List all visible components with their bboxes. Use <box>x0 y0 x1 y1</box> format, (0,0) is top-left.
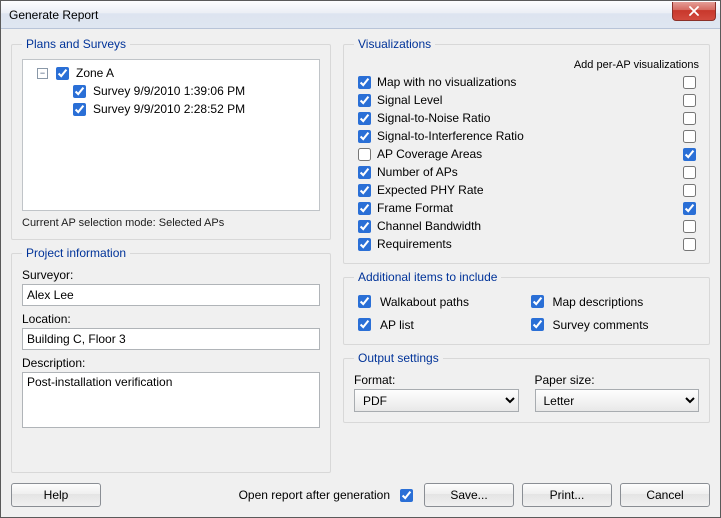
per-ap-checkbox[interactable] <box>683 166 696 179</box>
visualization-label: Map with no visualizations <box>377 75 677 89</box>
tree-child-label: Survey 9/9/2010 2:28:52 PM <box>93 102 245 116</box>
tree-child-row[interactable]: Survey 9/9/2010 1:39:06 PM <box>29 82 313 100</box>
per-ap-checkbox[interactable] <box>683 220 696 233</box>
additional-item: Walkabout paths <box>354 292 527 311</box>
tree-root-checkbox[interactable] <box>56 67 69 80</box>
tree-collapse-icon[interactable]: − <box>37 68 48 79</box>
visualization-checkbox[interactable] <box>358 130 371 143</box>
visualization-row: Number of APs <box>354 163 699 181</box>
visualization-checkbox[interactable] <box>358 220 371 233</box>
visualization-checkbox[interactable] <box>358 166 371 179</box>
visualization-label: Number of APs <box>377 165 677 179</box>
visualization-row: Map with no visualizations <box>354 73 699 91</box>
visualization-label: Signal-to-Noise Ratio <box>377 111 677 125</box>
visualization-label: Requirements <box>377 237 677 251</box>
close-icon <box>688 6 700 16</box>
description-input[interactable] <box>22 372 320 428</box>
visualization-checkbox[interactable] <box>358 202 371 215</box>
client-area: Plans and Surveys − Zone A Survey 9/9/20… <box>1 29 720 517</box>
project-legend: Project information <box>22 246 130 260</box>
visualization-row: Frame Format <box>354 199 699 217</box>
project-information-group: Project information Surveyor: Location: … <box>11 246 331 473</box>
additional-item: AP list <box>354 315 527 334</box>
surveyor-label: Surveyor: <box>22 268 320 282</box>
help-button[interactable]: Help <box>11 483 101 507</box>
additional-items-group: Additional items to include Walkabout pa… <box>343 270 710 345</box>
location-input[interactable] <box>22 328 320 350</box>
generate-report-dialog: Generate Report Plans and Surveys − Zone… <box>0 0 721 518</box>
visualization-row: AP Coverage Areas <box>354 145 699 163</box>
additional-item-checkbox[interactable] <box>358 318 371 331</box>
paper-size-select[interactable]: Letter <box>535 389 700 412</box>
additional-item-label: Map descriptions <box>553 295 644 309</box>
visualization-row: Signal-to-Interference Ratio <box>354 127 699 145</box>
plans-legend: Plans and Surveys <box>22 37 130 51</box>
open-after-label: Open report after generation <box>239 488 390 502</box>
visualization-checkbox[interactable] <box>358 76 371 89</box>
save-button[interactable]: Save... <box>424 483 514 507</box>
output-legend: Output settings <box>354 351 443 365</box>
per-ap-checkbox[interactable] <box>683 76 696 89</box>
titlebar: Generate Report <box>1 1 720 29</box>
additional-legend: Additional items to include <box>354 270 501 284</box>
visualization-label: Channel Bandwidth <box>377 219 677 233</box>
additional-item: Survey comments <box>527 315 700 334</box>
visualization-row: Signal-to-Noise Ratio <box>354 109 699 127</box>
format-label: Format: <box>354 373 519 387</box>
per-ap-checkbox[interactable] <box>683 130 696 143</box>
visualization-row: Expected PHY Rate <box>354 181 699 199</box>
visualization-checkbox[interactable] <box>358 148 371 161</box>
dialog-footer: Help Open report after generation Save..… <box>11 473 710 507</box>
close-button[interactable] <box>672 2 716 21</box>
tree-child-checkbox[interactable] <box>73 85 86 98</box>
paper-size-label: Paper size: <box>535 373 700 387</box>
per-ap-checkbox[interactable] <box>683 94 696 107</box>
visualization-label: Signal-to-Interference Ratio <box>377 129 677 143</box>
visualization-checkbox[interactable] <box>358 112 371 125</box>
additional-item-checkbox[interactable] <box>358 295 371 308</box>
additional-item-label: Walkabout paths <box>380 295 469 309</box>
additional-item-label: AP list <box>380 318 414 332</box>
visualizations-group: Visualizations Add per-AP visualizations… <box>343 37 710 264</box>
additional-item: Map descriptions <box>527 292 700 311</box>
ap-selection-mode-note: Current AP selection mode: Selected APs <box>22 217 320 229</box>
per-ap-header: Add per-AP visualizations <box>354 59 699 71</box>
tree-child-checkbox[interactable] <box>73 103 86 116</box>
location-label: Location: <box>22 312 320 326</box>
additional-item-label: Survey comments <box>553 318 649 332</box>
tree-root-label: Zone A <box>76 66 114 80</box>
window-title: Generate Report <box>9 8 98 22</box>
visualization-label: Expected PHY Rate <box>377 183 677 197</box>
visualization-label: AP Coverage Areas <box>377 147 677 161</box>
visualization-row: Requirements <box>354 235 699 253</box>
visualization-label: Signal Level <box>377 93 677 107</box>
per-ap-checkbox[interactable] <box>683 202 696 215</box>
visualization-checkbox[interactable] <box>358 94 371 107</box>
output-settings-group: Output settings Format: PDF Paper size: … <box>343 351 710 423</box>
tree-child-row[interactable]: Survey 9/9/2010 2:28:52 PM <box>29 100 313 118</box>
per-ap-checkbox[interactable] <box>683 112 696 125</box>
format-select[interactable]: PDF <box>354 389 519 412</box>
tree-child-label: Survey 9/9/2010 1:39:06 PM <box>93 84 245 98</box>
additional-item-checkbox[interactable] <box>531 318 544 331</box>
surveyor-input[interactable] <box>22 284 320 306</box>
tree-root-row[interactable]: − Zone A <box>29 64 313 82</box>
visualization-checkbox[interactable] <box>358 238 371 251</box>
print-button[interactable]: Print... <box>522 483 612 507</box>
visualization-row: Signal Level <box>354 91 699 109</box>
plans-and-surveys-group: Plans and Surveys − Zone A Survey 9/9/20… <box>11 37 331 240</box>
visualization-row: Channel Bandwidth <box>354 217 699 235</box>
description-label: Description: <box>22 356 320 370</box>
visualization-label: Frame Format <box>377 201 677 215</box>
additional-item-checkbox[interactable] <box>531 295 544 308</box>
survey-tree[interactable]: − Zone A Survey 9/9/2010 1:39:06 PM Surv… <box>22 59 320 211</box>
per-ap-checkbox[interactable] <box>683 148 696 161</box>
visualization-checkbox[interactable] <box>358 184 371 197</box>
per-ap-checkbox[interactable] <box>683 238 696 251</box>
open-after-checkbox[interactable] <box>400 489 413 502</box>
per-ap-checkbox[interactable] <box>683 184 696 197</box>
visualizations-legend: Visualizations <box>354 37 435 51</box>
cancel-button[interactable]: Cancel <box>620 483 710 507</box>
